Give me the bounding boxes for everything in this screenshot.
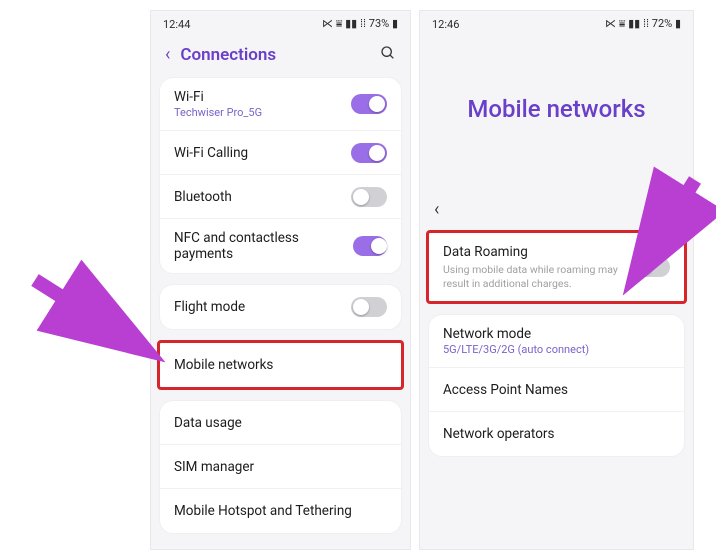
row-sim-manager[interactable]: SIM manager [160,445,401,489]
datausage-label: Data usage [174,415,242,431]
wifi-toggle[interactable] [351,94,387,114]
wifi-network: Techwiser Pro_5G [174,106,262,119]
row-network-mode[interactable]: Network mode 5G/LTE/3G/2G (auto connect) [429,315,684,368]
networkmode-label: Network mode [443,326,589,342]
roaming-toggle[interactable] [634,257,670,277]
status-time-r: 12:46 [432,18,459,31]
card-flight: Flight mode [159,284,402,330]
status-bar-left: 12:44 ⋉ ⩸ ▮▮ ⁞⁞ 73% ▮ [151,11,410,35]
back-icon[interactable]: ‹ [165,46,170,64]
row-apn[interactable]: Access Point Names [429,368,684,412]
row-flight-mode[interactable]: Flight mode [160,285,401,329]
status-time: 12:44 [163,18,190,31]
card-mobile-networks-highlight: Mobile networks [157,340,404,390]
status-right-r: ⋉ ⩸ ▮▮ ⁞⁞ 72% ▮ [605,17,681,31]
hotspot-label: Mobile Hotspot and Tethering [174,503,352,519]
roaming-label: Data Roaming [443,244,633,260]
back-icon-r[interactable]: ‹ [434,199,439,220]
row-wifi[interactable]: Wi-Fi Techwiser Pro_5G [160,78,401,131]
more-connection-settings[interactable]: More connection settings [151,544,410,550]
roaming-desc: Using mobile data while roaming may resu… [443,263,633,290]
search-icon[interactable] [380,45,396,65]
wifi-label: Wi-Fi [174,89,262,105]
networkmode-value: 5G/LTE/3G/2G (auto connect) [443,343,589,356]
card-network-options: Network mode 5G/LTE/3G/2G (auto connect)… [428,314,685,457]
operators-label: Network operators [443,426,554,442]
row-mobile-networks[interactable]: Mobile networks [160,343,401,387]
header-connections: ‹ Connections [151,35,410,77]
card-data-roaming-highlight: Data Roaming Using mobile data while roa… [426,230,687,304]
mobile-label: Mobile networks [174,357,273,373]
flight-label: Flight mode [174,299,245,315]
status-right: ⋉ ⩸ ▮▮ ⁞⁞ 73% ▮ [322,17,398,31]
phone-right: 12:46 ⋉ ⩸ ▮▮ ⁞⁞ 72% ▮ Mobile networks ‹ … [419,10,694,550]
row-wifi-calling[interactable]: Wi-Fi Calling [160,131,401,175]
status-bar-right: 12:46 ⋉ ⩸ ▮▮ ⁞⁞ 72% ▮ [420,11,693,35]
card-data: Data usage SIM manager Mobile Hotspot an… [159,400,402,534]
row-bluetooth[interactable]: Bluetooth [160,175,401,219]
row-hotspot[interactable]: Mobile Hotspot and Tethering [160,489,401,533]
row-data-usage[interactable]: Data usage [160,401,401,445]
apn-label: Access Point Names [443,382,568,398]
row-data-roaming[interactable]: Data Roaming Using mobile data while roa… [429,233,684,301]
wificalling-toggle[interactable] [351,143,387,163]
page-title: Connections [180,45,370,65]
row-network-operators[interactable]: Network operators [429,412,684,456]
page-title-mobile-networks: Mobile networks [420,35,693,193]
annotation-arrow-left [35,280,145,340]
wificalling-label: Wi-Fi Calling [174,145,248,161]
subheader: ‹ [420,193,693,230]
nfc-label: NFC and contactless payments [174,230,353,262]
row-nfc[interactable]: NFC and contactless payments [160,219,401,273]
sim-label: SIM manager [174,459,254,475]
card-connectivity: Wi-Fi Techwiser Pro_5G Wi-Fi Calling Blu… [159,77,402,274]
bluetooth-label: Bluetooth [174,189,232,205]
phone-left: 12:44 ⋉ ⩸ ▮▮ ⁞⁞ 73% ▮ ‹ Connections Wi-F… [150,10,411,550]
flight-toggle[interactable] [351,297,387,317]
bluetooth-toggle[interactable] [351,187,387,207]
nfc-toggle[interactable] [353,236,387,256]
